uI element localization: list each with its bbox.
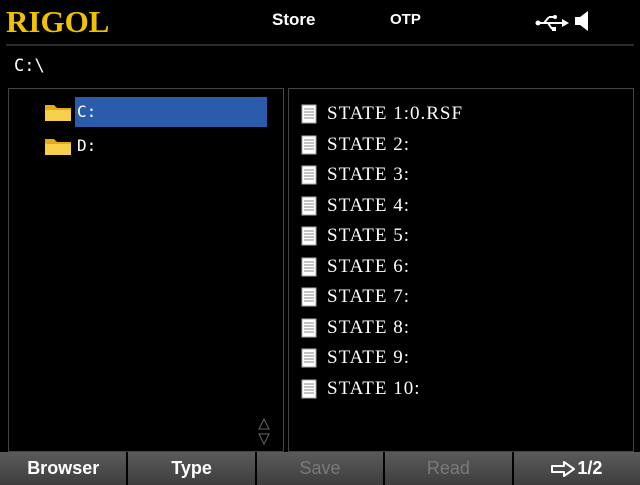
document-icon (301, 104, 317, 124)
rigol-logo: RIGOL (6, 4, 110, 39)
status-bar: RIGOL Store OTP (0, 0, 640, 44)
folder-icon (45, 105, 71, 121)
browser-softkey[interactable]: Browser (0, 452, 127, 485)
document-icon (301, 196, 317, 216)
arrow-right-icon (551, 460, 576, 477)
type-softkey[interactable]: Type (128, 452, 255, 485)
document-icon (301, 287, 317, 307)
softkey-bar: Browser Type Save Read 1/2 (0, 452, 640, 485)
file-item[interactable]: STATE 5: (301, 221, 463, 252)
usb-icon (535, 15, 569, 31)
file-label: STATE 7: (327, 286, 411, 308)
scroll-arrows-icon[interactable] (258, 417, 270, 447)
speaker-icon (575, 11, 588, 31)
file-item[interactable]: STATE 7: (301, 282, 463, 313)
document-icon (301, 379, 317, 399)
file-item[interactable]: STATE 6: (301, 252, 463, 283)
directory-item-c[interactable]: C: (43, 97, 267, 127)
file-item[interactable]: STATE 3: (301, 160, 463, 191)
file-list: STATE 1:0.RSF STATE 2: STATE 3: STATE 4:… (301, 99, 463, 404)
file-label: STATE 1:0.RSF (327, 103, 464, 125)
directory-label[interactable]: C: (75, 97, 267, 127)
file-item[interactable]: STATE 2: (301, 130, 463, 161)
document-icon (301, 318, 317, 338)
file-label: STATE 10: (327, 377, 421, 399)
page-indicator: 1/2 (577, 458, 603, 478)
next-page-content: 1/2 (551, 458, 602, 479)
document-icon (301, 165, 317, 185)
file-label: STATE 4: (327, 194, 411, 216)
file-label: STATE 3: (327, 164, 411, 186)
file-label: STATE 8: (327, 316, 411, 338)
current-path: C:\ (14, 56, 45, 76)
file-label: STATE 5: (327, 225, 411, 247)
file-item[interactable]: STATE 9: (301, 343, 463, 374)
directory-panel[interactable]: C: D: (8, 88, 284, 452)
param-label: OTP (390, 11, 421, 28)
read-softkey[interactable]: Read (385, 452, 512, 485)
document-icon (301, 257, 317, 277)
file-label: STATE 2: (327, 133, 411, 155)
path-bar: C:\ (6, 44, 634, 86)
directory-label[interactable]: D: (75, 131, 96, 161)
save-softkey[interactable]: Save (256, 452, 384, 485)
document-icon (301, 348, 317, 368)
document-icon (301, 135, 317, 155)
file-label: STATE 9: (327, 347, 411, 369)
next-page-softkey[interactable]: 1/2 (513, 452, 640, 485)
file-item[interactable]: STATE 10: (301, 374, 463, 405)
file-item[interactable]: STATE 8: (301, 313, 463, 344)
folder-icon (45, 139, 71, 155)
file-item[interactable]: STATE 1:0.RSF (301, 99, 463, 130)
file-panel[interactable]: STATE 1:0.RSF STATE 2: STATE 3: STATE 4:… (288, 88, 634, 452)
directory-item-d[interactable]: D: (43, 131, 96, 161)
file-item[interactable]: STATE 4: (301, 191, 463, 222)
mode-title: Store (272, 10, 316, 29)
file-label: STATE 6: (327, 255, 411, 277)
document-icon (301, 226, 317, 246)
